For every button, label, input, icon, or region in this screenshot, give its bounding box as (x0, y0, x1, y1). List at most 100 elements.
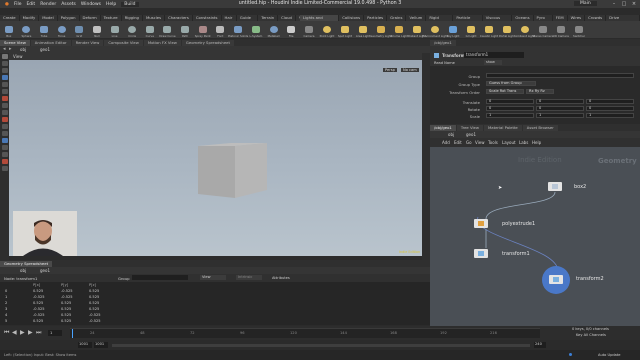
net-menu-view[interactable]: View (475, 140, 485, 145)
tool-caustic-light[interactable]: Caustic Light (480, 22, 498, 38)
menu-windows[interactable]: Windows (81, 2, 101, 7)
tool-geometry-light[interactable]: Geometry Light (370, 22, 392, 38)
network-editor[interactable]: Indie Edition Geometry box2 polyextrude1… (430, 147, 640, 326)
translate-x-field[interactable]: 0 (486, 99, 534, 104)
table-row[interactable]: 5 0.525 0.525 -0.525 (3, 319, 113, 324)
snap-icon[interactable] (1, 103, 8, 108)
translate-y-field[interactable]: 0 (536, 99, 584, 104)
scale-x-field[interactable]: 1 (486, 113, 534, 118)
net-path-obj[interactable]: obj (448, 132, 454, 137)
playhead[interactable] (72, 329, 73, 338)
translate-z-field[interactable]: 0 (586, 99, 634, 104)
node-transform2[interactable] (549, 275, 563, 284)
tool-curve[interactable]: Curve (141, 22, 159, 38)
auto-update-button[interactable]: Auto Update (598, 353, 621, 357)
point-mode-icon[interactable] (1, 124, 8, 129)
tool-sky-light[interactable]: Sky Light (444, 22, 462, 38)
minimize-icon[interactable]: – (610, 1, 618, 7)
tool-camera[interactable]: Camera (300, 22, 318, 38)
primitive-mode-icon[interactable] (1, 138, 8, 143)
jump-end-icon[interactable]: ⏭ (36, 329, 41, 337)
group-type-dropdown[interactable]: Guess from Group (486, 81, 536, 86)
range-end-frame-field[interactable]: 240 (534, 342, 546, 348)
tool-stereo-camera[interactable]: Stereo Camera (533, 22, 554, 38)
scale-z-field[interactable]: 1 (586, 113, 634, 118)
main-desktop-dropdown[interactable]: Main (574, 1, 597, 6)
select-tool-icon[interactable] (1, 54, 8, 59)
net-path-geo1[interactable]: geo1 (466, 132, 476, 137)
build-desktop-dropdown[interactable]: Build (121, 1, 139, 7)
column-header-pz[interactable]: P[z] (89, 283, 96, 287)
current-frame-field[interactable]: 1 (48, 330, 62, 336)
range-slider[interactable] (112, 344, 530, 347)
handle-tool-icon[interactable] (1, 75, 8, 80)
cube-geometry[interactable] (195, 140, 275, 202)
net-menu-tools[interactable]: Tools (488, 140, 498, 145)
menu-assets[interactable]: Assets (61, 2, 76, 7)
rotate-tool-icon[interactable] (1, 68, 8, 73)
houdini-logo-icon[interactable]: ● (5, 2, 9, 7)
group-field[interactable] (132, 275, 188, 280)
tool-spray-paint[interactable]: Spray Paint (194, 22, 212, 38)
column-header-py[interactable]: P[y] (61, 283, 68, 287)
rotation-order-dropdown[interactable]: Rx Ry Rz (526, 89, 554, 94)
menu-help[interactable]: Help (106, 2, 116, 7)
step-back-icon[interactable]: ◀ (12, 329, 17, 336)
transform-order-dropdown[interactable]: Scale Rot Trans (486, 89, 524, 94)
scale-y-field[interactable]: 1 (536, 113, 584, 118)
back-arrow-icon[interactable]: ◂ (3, 46, 6, 52)
range-start-field[interactable]: 1001 (78, 342, 92, 348)
tool-line[interactable]: Line (106, 22, 124, 38)
tool-metaball[interactable]: Metaball (265, 22, 283, 38)
step-forward-icon[interactable]: ▶ (28, 329, 33, 336)
net-menu-go[interactable]: Go (466, 140, 472, 145)
secure-selection-icon[interactable] (1, 159, 8, 164)
tool-font[interactable]: Font (212, 22, 230, 38)
tool-torus[interactable]: Torus (53, 22, 71, 38)
net-menu-edit[interactable]: Edit (454, 140, 462, 145)
tool-circle[interactable]: Circle (123, 22, 141, 38)
path-obj-bottom[interactable]: obj (20, 268, 26, 273)
path-obj[interactable]: obj (20, 47, 26, 52)
pose-tool-icon[interactable] (1, 82, 8, 87)
tool-platonic-solids[interactable]: Platonic Solids (228, 22, 248, 38)
jump-start-icon[interactable]: ⏮ (4, 329, 9, 337)
range-end-field[interactable]: 1001 (94, 342, 108, 348)
net-menu-help[interactable]: Help (532, 140, 541, 145)
menu-render[interactable]: Render (40, 2, 56, 7)
menu-file[interactable]: File (14, 2, 22, 7)
select-visible-icon[interactable] (1, 166, 8, 171)
tool-null[interactable]: Null (88, 22, 106, 38)
tool-draw-curve[interactable]: Draw Curve (159, 22, 177, 38)
node-box2-label[interactable]: box2 (574, 184, 586, 190)
table-row[interactable]: 3 -0.525 0.525 0.525 (3, 307, 113, 312)
timeline-track[interactable]: 24 48 72 96 120 144 168 192 216 (70, 328, 540, 338)
move-tool-icon[interactable] (1, 61, 8, 66)
net-menu-layout[interactable]: Layout (502, 140, 516, 145)
render-region-icon[interactable] (1, 96, 8, 101)
show-dropdown[interactable]: show (484, 60, 502, 65)
key-all-channels-button[interactable]: Key All Channels (576, 333, 606, 337)
table-row[interactable]: 0 0.525 -0.525 0.525 (3, 289, 113, 294)
node-name-field[interactable]: transform1 (464, 52, 524, 58)
tool-ambient-light[interactable]: Ambient Light (515, 22, 535, 38)
tool-l-system[interactable]: L-System (247, 22, 265, 38)
persp-menu[interactable]: Persp (383, 68, 397, 72)
view-tool-icon[interactable] (1, 89, 8, 94)
tool-box[interactable]: Box (0, 22, 18, 38)
menu-edit[interactable]: Edit (26, 2, 35, 7)
object-mode-icon[interactable] (1, 117, 8, 122)
rotate-x-field[interactable]: 0 (486, 106, 534, 111)
rotate-y-field[interactable]: 0 (536, 106, 584, 111)
play-icon[interactable]: ▶ (20, 329, 25, 336)
magnet-icon[interactable] (1, 110, 8, 115)
tool-spot-light[interactable]: Spot Light (336, 22, 354, 38)
group-param-field[interactable] (486, 73, 634, 78)
tool-tube[interactable]: Tube (35, 22, 53, 38)
forward-arrow-icon[interactable]: ▸ (9, 46, 12, 52)
table-row[interactable]: 2 0.525 0.525 0.525 (3, 301, 113, 306)
tool-portal-light[interactable]: Portal Light (498, 22, 516, 38)
view-label[interactable]: View (13, 54, 23, 59)
tool-vr-camera[interactable]: VR Camera (552, 22, 570, 38)
tool-environment-light[interactable]: Environment Light (422, 22, 448, 38)
